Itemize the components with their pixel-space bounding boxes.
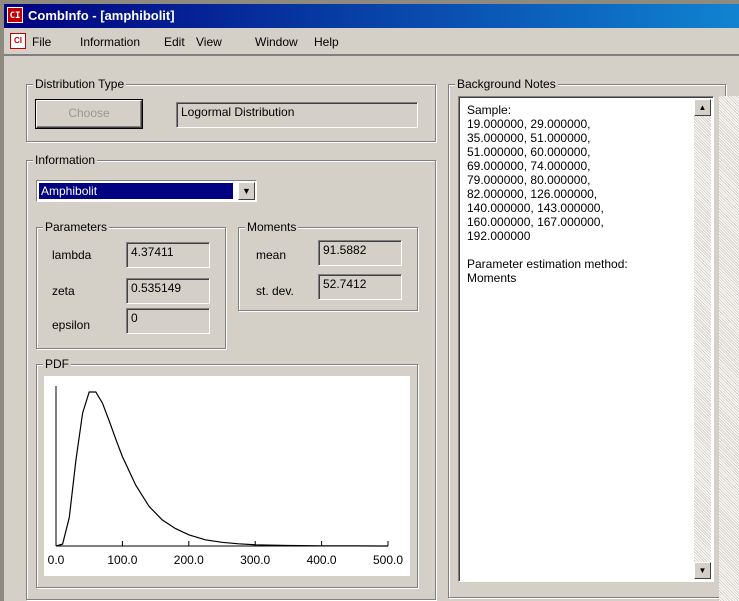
window-scrollbar[interactable]	[719, 96, 739, 601]
moments-label: Moments	[245, 220, 299, 234]
dataset-select[interactable]: Amphibolit ▼	[36, 180, 257, 202]
information-label: Information	[33, 153, 98, 167]
choose-button[interactable]: Choose	[36, 100, 142, 128]
chevron-down-icon[interactable]: ▼	[238, 182, 255, 200]
x-tick-label: 300.0	[240, 553, 270, 567]
zeta-label: zeta	[52, 284, 75, 298]
document-icon[interactable]: CI	[10, 33, 26, 49]
menu-edit[interactable]: Edit	[164, 35, 185, 49]
menu-help[interactable]: Help	[314, 35, 339, 49]
menu-bar: CI File Information Edit View Window Hel…	[4, 28, 739, 54]
scroll-down-icon[interactable]: ▼	[694, 562, 711, 579]
background-notes-label: Background Notes	[455, 77, 558, 91]
mean-label: mean	[256, 248, 287, 262]
lambda-label: lambda	[52, 248, 92, 262]
epsilon-label: epsilon	[52, 318, 91, 332]
menu-file[interactable]: File	[32, 35, 51, 49]
pdf-label: PDF	[43, 357, 71, 371]
distribution-type-label: Distribution Type	[33, 77, 127, 91]
zeta-value: 0.535149	[126, 278, 210, 304]
dataset-selected-value: Amphibolit	[39, 183, 233, 199]
menu-view[interactable]: View	[196, 35, 222, 49]
lambda-value: 4.37411	[126, 242, 210, 268]
scroll-up-icon[interactable]: ▲	[694, 99, 711, 116]
menu-window[interactable]: Window	[255, 35, 298, 49]
notes-scrollbar[interactable]: ▲ ▼	[694, 99, 711, 579]
title-bar[interactable]: CI CombInfo - [amphibolit]	[4, 4, 739, 28]
x-tick-label: 500.0	[373, 553, 403, 567]
mean-value: 91.5882	[318, 240, 402, 266]
stdev-label: st. dev.	[256, 284, 294, 298]
x-tick-label: 0.0	[48, 553, 65, 567]
menu-information[interactable]: Information	[80, 35, 140, 49]
notes-textarea[interactable]: Sample: 19.000000, 29.000000, 35.000000,…	[458, 96, 714, 582]
distribution-value-field: Logormal Distribution	[176, 102, 418, 128]
window-title: CombInfo - [amphibolit]	[28, 8, 175, 23]
app-icon[interactable]: CI	[7, 7, 23, 23]
epsilon-value: 0	[126, 308, 210, 334]
x-tick-label: 200.0	[174, 553, 204, 567]
x-tick-label: 400.0	[307, 553, 337, 567]
pdf-curve-series	[55, 391, 389, 547]
stdev-value: 52.7412	[318, 274, 402, 300]
pdf-plot-area: 0.0 100.0 200.0 300.0 400.0 500.0	[44, 376, 410, 576]
notes-text: Sample: 19.000000, 29.000000, 35.000000,…	[467, 103, 628, 285]
pdf-chart: 0.0 100.0 200.0 300.0 400.0 500.0	[48, 386, 403, 567]
x-tick-label: 100.0	[107, 553, 137, 567]
parameters-label: Parameters	[43, 220, 110, 234]
